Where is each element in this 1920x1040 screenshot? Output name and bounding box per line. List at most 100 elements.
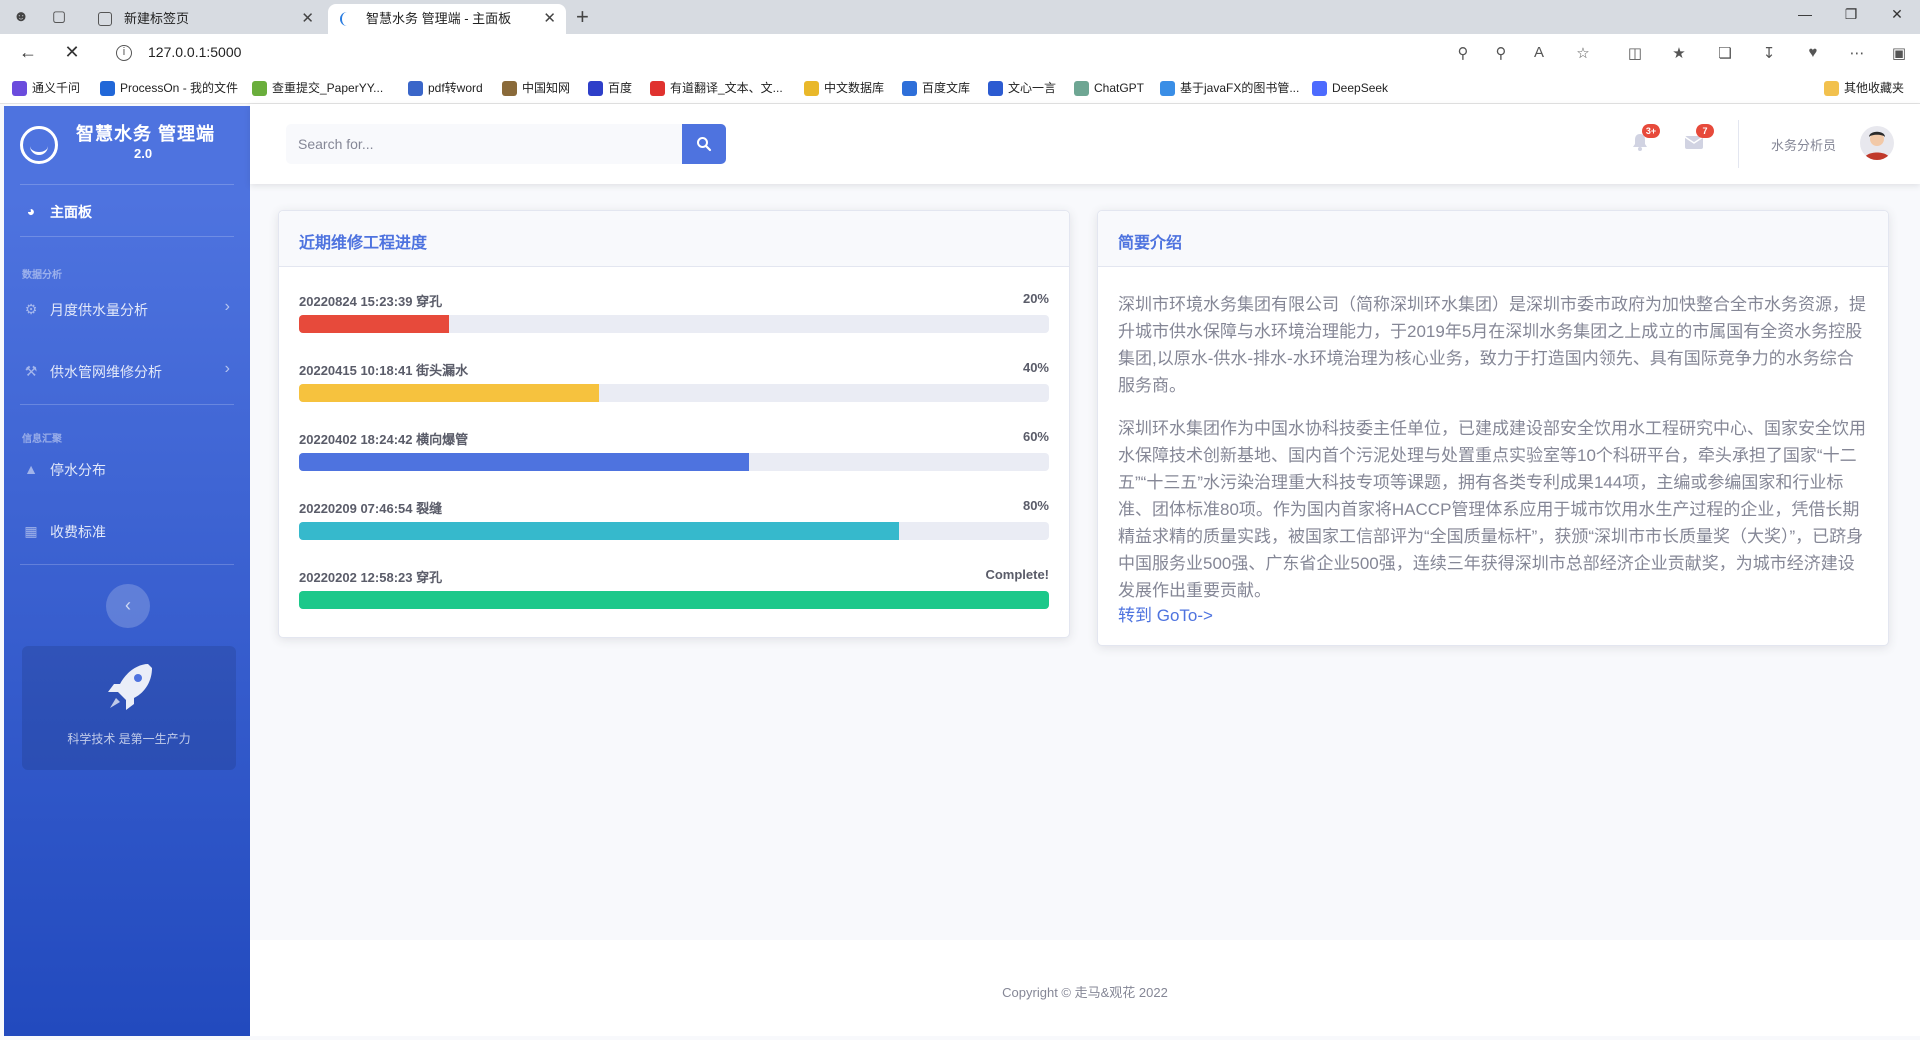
restore-button[interactable]: ❐ [1836, 6, 1866, 23]
sidebar-toggle-button[interactable]: ‹ [106, 584, 150, 628]
gear-icon: ⚙ [24, 301, 38, 317]
bookmark-label: 通义千问 [32, 81, 81, 95]
sidebar-item-label: 月度供水量分析 [50, 302, 148, 318]
intro-text: 深圳市环境水务集团有限公司（简称深圳环水集团）是深圳市委市政府为加快整合全市水务… [1118, 291, 1870, 620]
tab-actions-icon[interactable]: ▢ [48, 6, 70, 28]
url-field[interactable]: i 127.0.0.1:5000 [100, 38, 1600, 68]
user-name[interactable]: 水务分析员 [1771, 135, 1836, 154]
laugh-wink-icon [20, 126, 58, 164]
favorite-star-icon[interactable]: ☆ [1572, 44, 1594, 62]
sidebar-divider [20, 236, 234, 237]
card-title: 近期维修工程进度 [299, 235, 428, 252]
zoom-icon[interactable]: ⚲ [1490, 44, 1512, 62]
close-window-button[interactable]: ✕ [1882, 6, 1912, 23]
intro-card: 简要介绍 深圳市环境水务集团有限公司（简称深圳环水集团）是深圳市委市政府为加快整… [1097, 210, 1889, 646]
tab-label: 智慧水务 管理端 - 主面板 [366, 11, 512, 26]
bookmark-label: ProcessOn - 我的文件 [120, 81, 239, 95]
brand[interactable]: 智慧水务 管理端 2.0 [4, 106, 250, 184]
favorites-icon[interactable]: ★ [1668, 44, 1690, 62]
sidebar-promo-card: 科学技术 是第一生产力 [22, 646, 236, 770]
new-tab-button[interactable]: + [576, 5, 589, 29]
chevron-right-icon: › [224, 298, 230, 315]
bookmark-item[interactable]: 有道翻译_文本、文... [650, 79, 783, 97]
progress-value: 80% [1022, 498, 1049, 513]
bookmarks-folder[interactable]: 其他收藏夹 [1824, 79, 1904, 97]
bookmark-item[interactable]: 基于javaFX的图书管... [1160, 79, 1299, 97]
more-menu-icon[interactable]: ⋯ [1846, 44, 1868, 62]
sidebar-toggle-icon[interactable]: ▣ [1888, 44, 1910, 62]
topbar: 3+ 7 水务分析员 [250, 104, 1920, 184]
messages-button[interactable]: 7 [1684, 124, 1714, 152]
sidebar-item-dashboard[interactable]: ◕ 主面板 [4, 186, 250, 236]
messages-count-badge: 7 [1696, 124, 1714, 138]
brand-title: 智慧水务 管理端 [76, 124, 216, 144]
bookmark-item[interactable]: 中文数据库 [804, 79, 884, 97]
bookmark-label: 百度文库 [922, 81, 971, 95]
progress-track [299, 591, 1049, 609]
profile-icon[interactable]: ☻ [10, 6, 32, 28]
card-header: 近期维修工程进度 [279, 211, 1069, 267]
bookmark-icon [1160, 81, 1175, 96]
progress-value: 60% [1022, 429, 1049, 444]
back-button[interactable]: ← [16, 42, 40, 63]
bookmark-icon [650, 81, 665, 96]
table-icon: ▦ [24, 523, 38, 539]
bookmarks-bar: 通义千问 ProcessOn - 我的文件 查重提交_PaperYY... pd… [0, 72, 1920, 104]
progress-item: 20220824 15:23:39 穿孔 20% [299, 291, 1049, 347]
bookmark-item[interactable]: ChatGPT [1074, 79, 1144, 97]
collections-icon[interactable]: ❏ [1714, 44, 1736, 62]
browser-essentials-icon[interactable]: ♥ [1802, 44, 1824, 61]
sidebar-item-label: 主面板 [50, 204, 92, 220]
progress-label: 20220202 12:58:23 穿孔 [299, 570, 443, 585]
key-icon[interactable]: ⚲ [1452, 44, 1474, 62]
bookmark-item[interactable]: 百度 [588, 79, 632, 97]
bookmark-item[interactable]: DeepSeek [1312, 79, 1388, 97]
bookmark-icon [988, 81, 1003, 96]
bookmark-icon [1312, 81, 1327, 96]
bookmark-item[interactable]: pdf转word [408, 79, 483, 97]
site-info-icon[interactable]: i [116, 45, 132, 61]
wrench-icon: ⚒ [24, 363, 38, 379]
bookmark-item[interactable]: 通义千问 [12, 79, 80, 97]
avatar[interactable] [1860, 126, 1894, 160]
search-button[interactable] [682, 124, 726, 164]
stop-button[interactable]: ✕ [60, 42, 84, 63]
sidebar-item-pipe-repair[interactable]: ⚒ 供水管网维修分析 › [4, 346, 250, 396]
bookmark-item[interactable]: ProcessOn - 我的文件 [100, 79, 238, 97]
bookmark-item[interactable]: 中国知网 [502, 79, 570, 97]
bookmark-item[interactable]: 查重提交_PaperYY... [252, 79, 383, 97]
sidebar-heading-summary: 信息汇聚 [22, 434, 62, 445]
tab-new-tab[interactable]: 新建标签页 ✕ [86, 4, 324, 34]
bookmark-label: ChatGPT [1094, 81, 1145, 95]
split-screen-icon[interactable]: ◫ [1624, 44, 1646, 62]
card-title: 简要介绍 [1118, 235, 1183, 252]
minimize-button[interactable]: — [1790, 6, 1820, 22]
bookmark-icon [902, 81, 917, 96]
sidebar-item-outage-distribution[interactable]: ▲ 停水分布 [4, 444, 250, 494]
progress-item: 20220402 18:24:42 横向爆管 60% [299, 429, 1049, 485]
copyright-text: Copyright © 走马&观花 2022 [1002, 985, 1168, 1000]
app-root: 智慧水务 管理端 2.0 ◕ 主面板 数据分析 ⚙ 月度供水量分析 › ⚒ 供水… [0, 104, 1920, 1040]
bookmark-label: 文心一言 [1008, 81, 1057, 95]
goto-link[interactable]: 转到 GoTo-> [1118, 601, 1213, 626]
bookmark-item[interactable]: 百度文库 [902, 79, 970, 97]
address-bar: ← ✕ i 127.0.0.1:5000 ⚲ ⚲ A ☆ ◫ ★ ❏ ↧ ♥ ⋯… [0, 34, 1920, 72]
url-text[interactable]: 127.0.0.1:5000 [148, 44, 241, 60]
sidebar-item-monthly-supply[interactable]: ⚙ 月度供水量分析 › [4, 284, 250, 334]
search-input[interactable] [286, 124, 682, 164]
read-aloud-icon[interactable]: A [1528, 44, 1550, 61]
intro-paragraph: 深圳市环境水务集团有限公司（简称深圳环水集团）是深圳市委市政府为加快整合全市水务… [1118, 295, 1866, 395]
bookmark-label: 其他收藏夹 [1844, 81, 1905, 95]
close-tab-icon[interactable]: ✕ [301, 4, 314, 34]
chart-area-icon: ▲ [24, 461, 38, 477]
sidebar-item-fee-standard[interactable]: ▦ 收费标准 [4, 506, 250, 556]
sidebar-divider [20, 184, 234, 185]
tab-dashboard[interactable]: 智慧水务 管理端 - 主面板 ✕ [328, 4, 566, 34]
close-tab-icon[interactable]: ✕ [543, 4, 556, 34]
tachometer-icon: ◕ [26, 203, 36, 219]
promo-text: 科学技术 是第一生产力 [67, 732, 191, 746]
bookmark-item[interactable]: 文心一言 [988, 79, 1056, 97]
chevron-right-icon: › [224, 360, 230, 377]
downloads-icon[interactable]: ↧ [1758, 44, 1780, 62]
alerts-button[interactable]: 3+ [1630, 124, 1660, 152]
